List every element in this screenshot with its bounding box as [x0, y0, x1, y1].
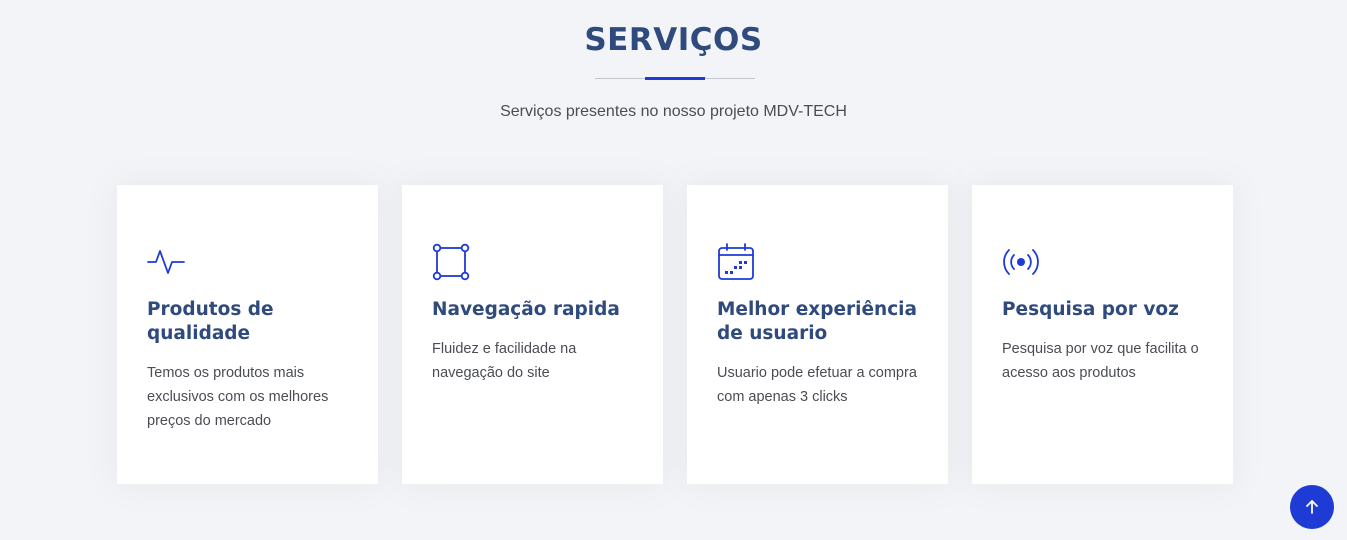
service-card-experiencia: Melhor experiência de usuario Usuario po…	[687, 185, 948, 484]
service-card-pesquisa: Pesquisa por voz Pesquisa por voz que fa…	[972, 185, 1233, 484]
card-title: Produtos de qualidade	[147, 299, 274, 344]
service-card-navegacao: Navegação rapida Fluidez e facilidade na…	[402, 185, 663, 484]
card-title: Melhor experiência de usuario	[717, 299, 917, 344]
card-title: Navegação rapida	[432, 299, 620, 320]
card-title: Pesquisa por voz	[1002, 299, 1179, 320]
arrow-up-icon	[1306, 500, 1318, 514]
activity-icon	[147, 250, 185, 274]
broadcast-icon	[1003, 249, 1039, 275]
back-to-top-button[interactable]	[1290, 485, 1334, 529]
card-text: Usuario pode efetuar a compra com apenas…	[717, 365, 917, 405]
calendar-icon	[718, 243, 754, 280]
title-divider-accent	[645, 77, 705, 80]
bounding-box-icon	[432, 243, 470, 281]
card-text: Temos os produtos mais exclusivos com os…	[147, 365, 329, 429]
services-section: SERVIÇOS Serviços presentes no nosso pro…	[0, 0, 1347, 540]
section-subtitle: Serviços presentes no nosso projeto MDV-…	[500, 103, 847, 120]
service-card-produtos: Produtos de qualidade Temos os produtos …	[117, 185, 378, 484]
section-title: SERVIÇOS	[584, 22, 763, 58]
card-text: Fluidez e facilidade na navegação do sit…	[432, 341, 577, 381]
card-text: Pesquisa por voz que facilita o acesso a…	[1002, 341, 1199, 381]
